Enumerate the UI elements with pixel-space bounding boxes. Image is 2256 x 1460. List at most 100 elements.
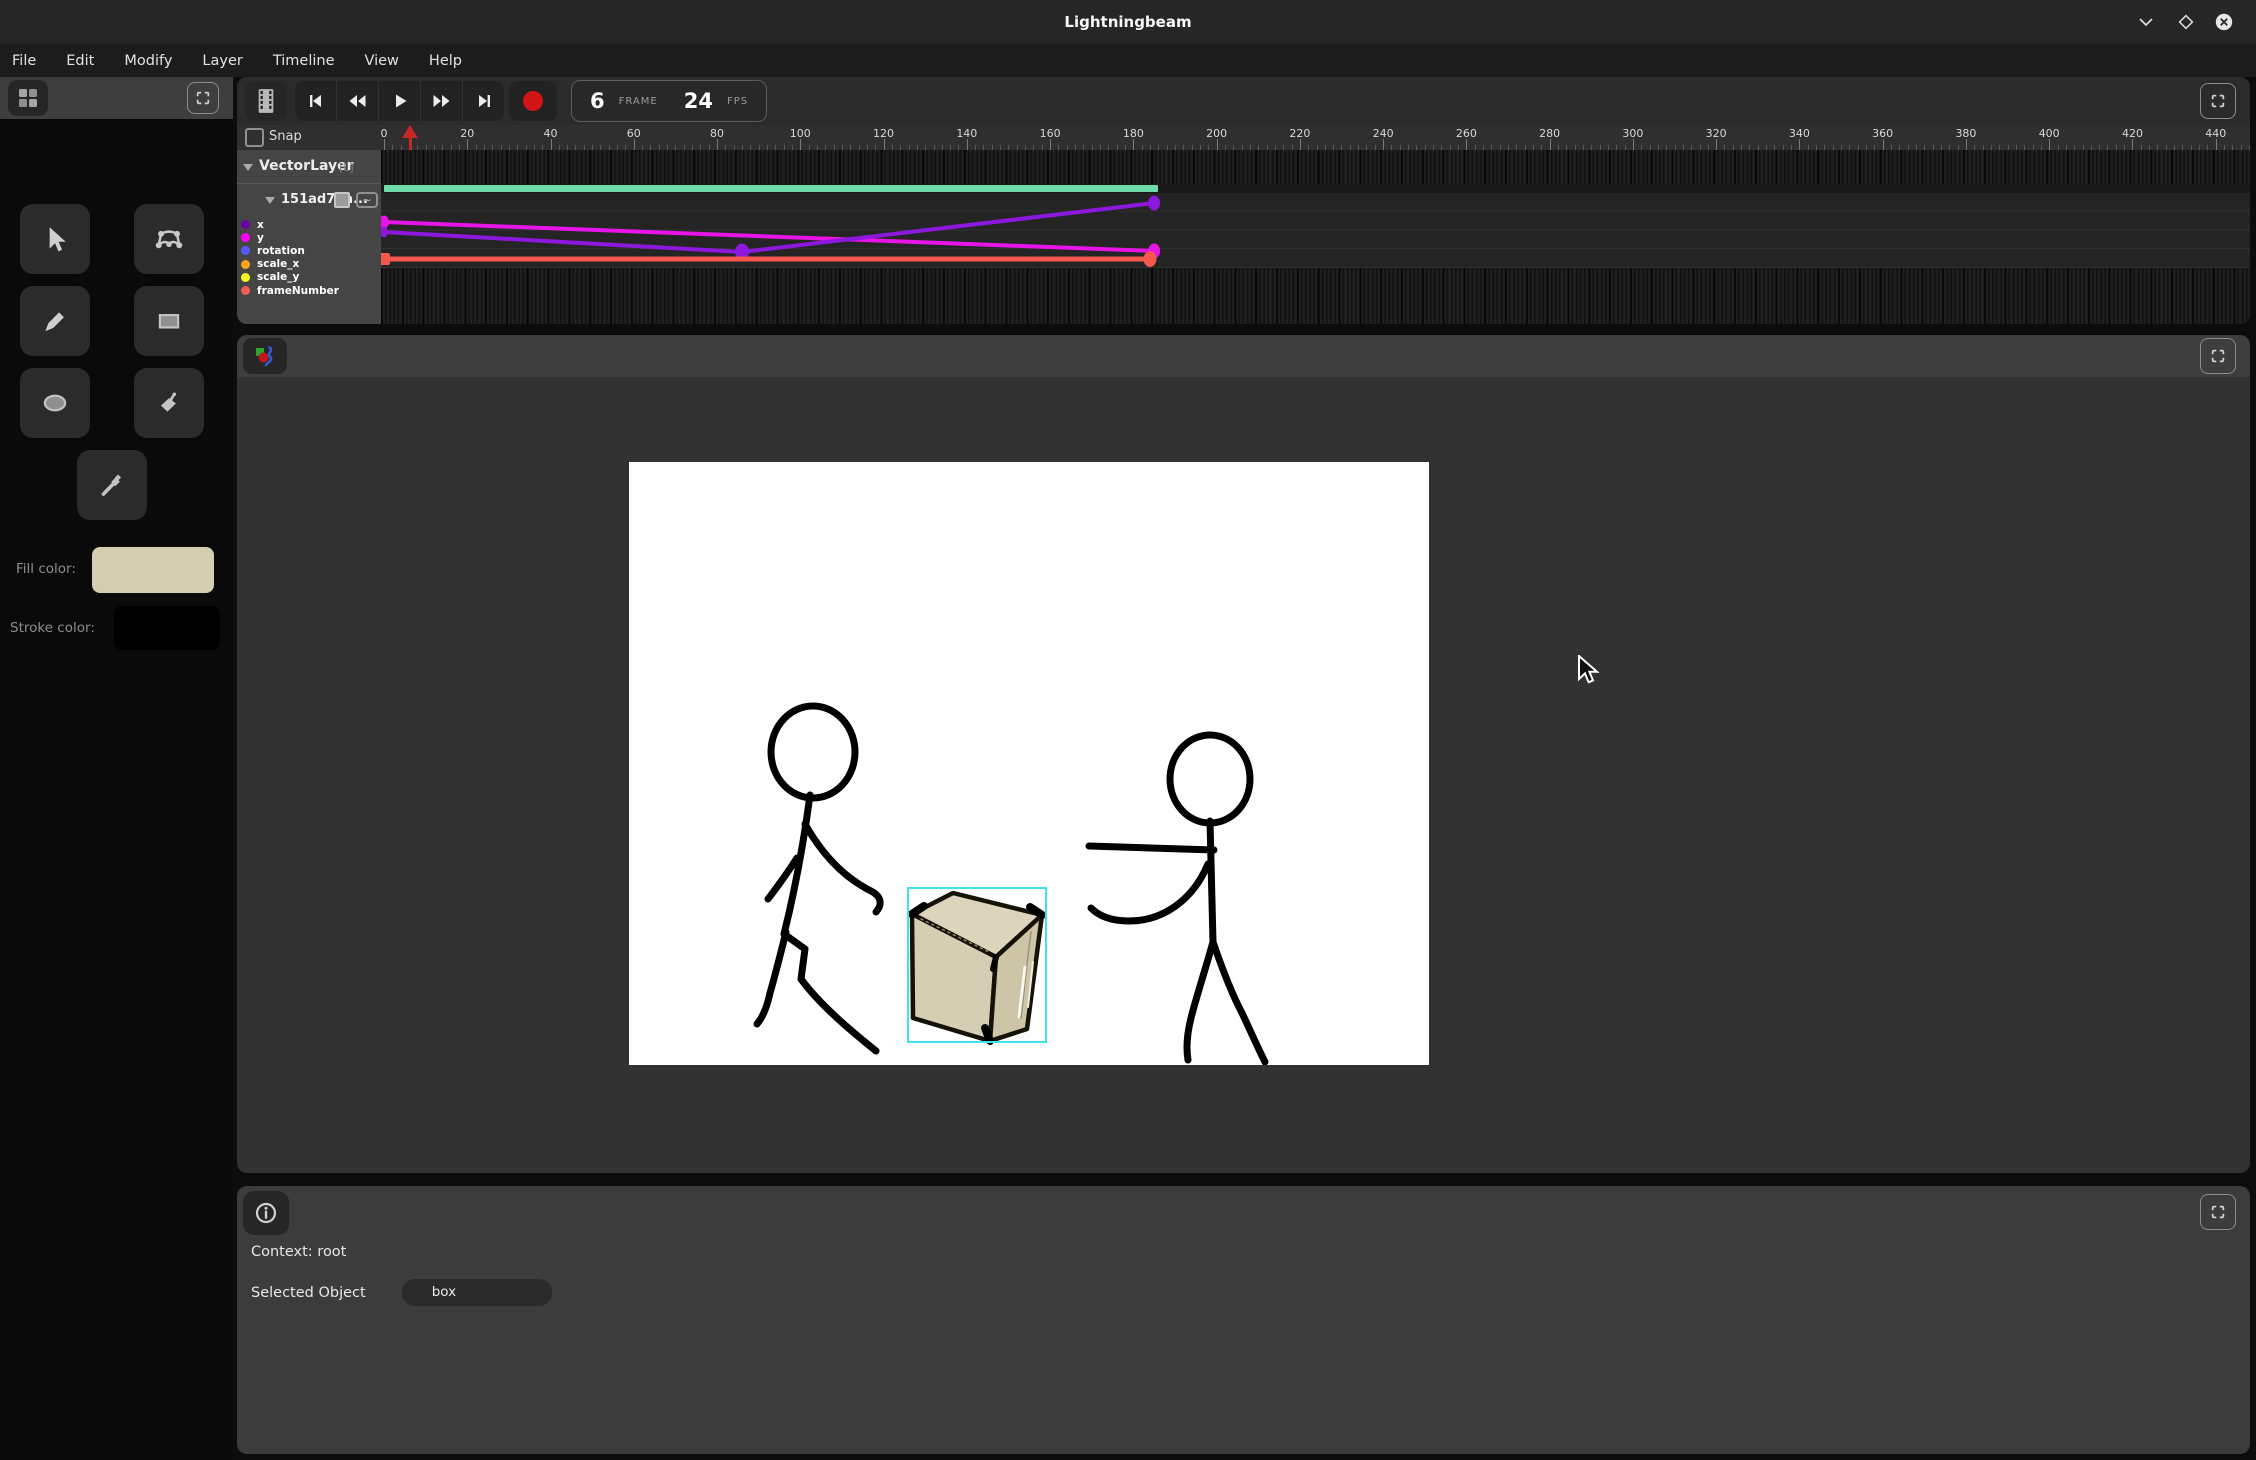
film-button[interactable] bbox=[245, 81, 287, 121]
collapse-triangle-icon[interactable] bbox=[243, 164, 253, 171]
property-row-rotation[interactable]: rotation bbox=[241, 244, 305, 257]
menu-view[interactable]: View bbox=[365, 53, 399, 69]
property-label: frameNumber bbox=[257, 285, 339, 297]
property-color-dot-icon bbox=[241, 220, 250, 229]
rewind-button[interactable] bbox=[337, 81, 379, 121]
skip-start-button[interactable] bbox=[295, 81, 337, 121]
eyedropper-tool-button[interactable] bbox=[77, 450, 147, 520]
ruler-tick bbox=[1133, 139, 1134, 150]
playhead-arrow-icon bbox=[402, 125, 418, 138]
ruler-label: 140 bbox=[947, 127, 987, 140]
property-row-frameNumber[interactable]: frameNumber bbox=[241, 284, 339, 297]
box-object[interactable] bbox=[912, 893, 1042, 1041]
keyframe-dot[interactable] bbox=[1143, 251, 1156, 267]
object-row[interactable]: 151ad70a... ~ bbox=[237, 186, 381, 216]
property-row-x[interactable]: x bbox=[241, 218, 264, 231]
property-label: y bbox=[257, 232, 264, 244]
menu-modify[interactable]: Modify bbox=[124, 53, 172, 69]
object-visibility-button[interactable] bbox=[334, 192, 350, 208]
property-row-scale_x[interactable]: scale_x bbox=[241, 258, 299, 271]
ruler-tick bbox=[551, 139, 552, 150]
panel-grid-button[interactable] bbox=[8, 80, 48, 116]
ruler-label: 180 bbox=[1113, 127, 1153, 140]
pencil-tool-button[interactable] bbox=[20, 286, 90, 356]
ruler-label: 360 bbox=[1863, 127, 1903, 140]
context-text: Context: root bbox=[251, 1244, 346, 1260]
menu-edit[interactable]: Edit bbox=[66, 53, 94, 69]
layer-row[interactable]: VectorLayer [L] bbox=[237, 152, 381, 184]
rewind-icon bbox=[348, 92, 367, 110]
stroke-color-swatch[interactable] bbox=[114, 606, 220, 650]
stick-figure-left[interactable] bbox=[757, 706, 880, 1051]
paint-bucket-icon bbox=[154, 388, 184, 418]
ruler-tick bbox=[1716, 139, 1717, 150]
snap-checkbox[interactable] bbox=[245, 128, 264, 147]
playhead[interactable] bbox=[402, 125, 418, 150]
ellipse-tool-button[interactable] bbox=[20, 368, 90, 438]
property-color-dot-icon bbox=[241, 233, 250, 242]
info-expand-button[interactable] bbox=[2200, 1194, 2236, 1230]
fast-forward-icon bbox=[432, 92, 451, 110]
ruler-label: 60 bbox=[614, 127, 654, 140]
ruler-tick bbox=[967, 139, 968, 150]
keyframe-dot[interactable] bbox=[1148, 196, 1160, 211]
transport-controls bbox=[295, 81, 504, 121]
stroke-color-label: Stroke color: bbox=[10, 620, 95, 636]
maximize-icon[interactable] bbox=[2176, 13, 2196, 31]
frame-value: 6 bbox=[590, 89, 605, 113]
keyframe-dot[interactable] bbox=[381, 227, 388, 238]
menu-file[interactable]: File bbox=[12, 53, 36, 69]
fill-color-label: Fill color: bbox=[16, 561, 76, 577]
minimize-icon[interactable] bbox=[2136, 13, 2156, 31]
keyframe-curves[interactable] bbox=[381, 193, 2250, 268]
ruler-label: 240 bbox=[1363, 127, 1403, 140]
object-tween-button[interactable]: ~ bbox=[356, 192, 378, 208]
fill-color-swatch[interactable] bbox=[92, 547, 214, 593]
property-row-y[interactable]: y bbox=[241, 231, 264, 244]
property-color-dot-icon bbox=[241, 273, 250, 282]
ruler-tick bbox=[1383, 139, 1384, 150]
snap-label: Snap bbox=[269, 129, 302, 144]
stage-canvas[interactable] bbox=[629, 462, 1429, 1065]
menu-layer[interactable]: Layer bbox=[202, 53, 242, 69]
close-icon[interactable] bbox=[2214, 13, 2234, 31]
keyframe-curve-zone[interactable] bbox=[381, 193, 2250, 268]
select-tool-button[interactable] bbox=[20, 204, 90, 274]
canvas-expand-button[interactable] bbox=[2200, 338, 2236, 374]
fast-forward-button[interactable] bbox=[421, 81, 463, 121]
ruler-tick bbox=[1883, 139, 1884, 150]
play-icon bbox=[391, 92, 409, 110]
select-arrow-icon bbox=[40, 224, 70, 254]
canvas-mode-button[interactable] bbox=[243, 338, 287, 374]
keyframe-dot[interactable] bbox=[381, 253, 390, 265]
ruler-label: 320 bbox=[1696, 127, 1736, 140]
skip-end-button[interactable] bbox=[463, 81, 504, 121]
ruler-tick bbox=[467, 139, 468, 150]
info-button[interactable] bbox=[243, 1191, 289, 1235]
property-color-dot-icon bbox=[241, 260, 250, 269]
node-tool-button[interactable] bbox=[134, 204, 204, 274]
ruler-label: 200 bbox=[1197, 127, 1237, 140]
frames-track-bottom[interactable] bbox=[381, 268, 2250, 324]
timeline-expand-button[interactable] bbox=[2200, 83, 2236, 119]
ruler-label: 340 bbox=[1779, 127, 1819, 140]
menu-timeline[interactable]: Timeline bbox=[273, 53, 335, 69]
selected-object-value[interactable]: box bbox=[402, 1279, 552, 1306]
play-button[interactable] bbox=[379, 81, 421, 121]
tools-expand-button[interactable] bbox=[187, 82, 219, 114]
record-button[interactable] bbox=[509, 81, 557, 121]
ruler-label: 220 bbox=[1280, 127, 1320, 140]
keyframe-dot[interactable] bbox=[381, 216, 389, 229]
ruler-tick bbox=[1050, 139, 1051, 150]
frames-track-top[interactable] bbox=[381, 150, 2250, 184]
property-row-scale_y[interactable]: scale_y bbox=[241, 271, 299, 284]
collapse-triangle-icon[interactable] bbox=[265, 197, 275, 204]
rectangle-icon bbox=[154, 306, 184, 336]
ruler-tick bbox=[2049, 139, 2050, 150]
layer-duration-bar[interactable] bbox=[384, 185, 1158, 192]
timeline-ruler[interactable]: 0204060801001201401601802002202402602803… bbox=[237, 125, 2250, 150]
rectangle-tool-button[interactable] bbox=[134, 286, 204, 356]
bucket-tool-button[interactable] bbox=[134, 368, 204, 438]
menu-help[interactable]: Help bbox=[429, 53, 462, 69]
stick-figure-right[interactable] bbox=[1089, 735, 1265, 1062]
